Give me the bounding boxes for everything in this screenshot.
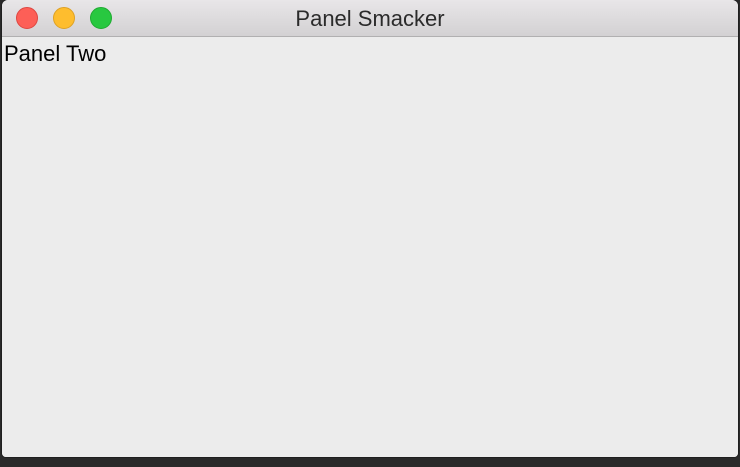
app-window: Panel Smacker Panel Two [2, 0, 738, 457]
panel-content: Panel Two [2, 37, 738, 457]
title-bar[interactable]: Panel Smacker [2, 0, 738, 37]
window-title: Panel Smacker [295, 6, 445, 31]
panel-label: Panel Two [4, 41, 107, 66]
